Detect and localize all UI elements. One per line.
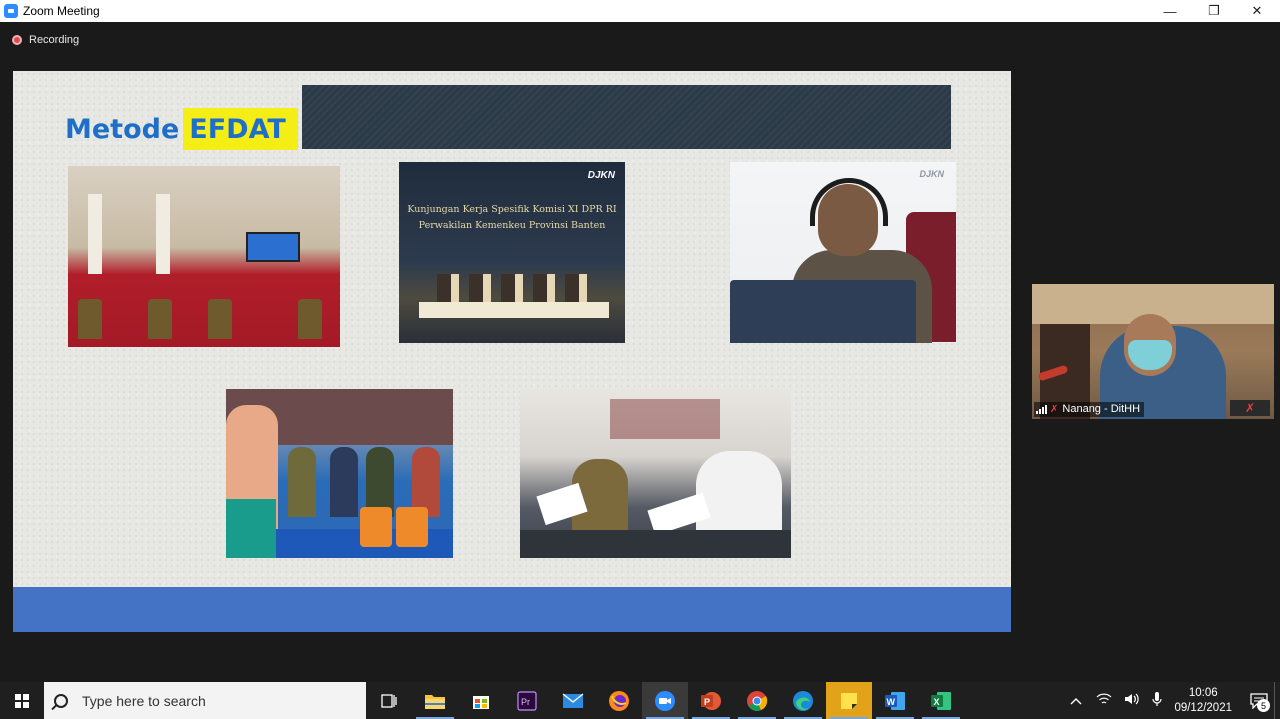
participant-name: Nanang - DitHH: [1062, 403, 1141, 415]
clock-date: 09/12/2021: [1174, 701, 1232, 714]
file-explorer-icon[interactable]: [412, 682, 458, 719]
presentation-screen: [246, 232, 300, 262]
slide-title: Metode EFDAT: [65, 108, 298, 150]
zoom-taskbar-icon[interactable]: [642, 682, 688, 719]
slide-footer-bar: [13, 587, 1011, 632]
recording-icon: [12, 35, 22, 45]
show-desktop-button[interactable]: [1274, 682, 1280, 719]
photo-hall-meeting: [68, 166, 340, 347]
photo-paperwork: [520, 389, 791, 558]
photo2-caption-line1: Kunjungan Kerja Spesifik Komisi XI DPR R…: [407, 204, 617, 215]
photo-dpr-visit: DJKN Kunjungan Kerja Spesifik Komisi XI …: [399, 162, 625, 343]
zoom-app-icon: [4, 4, 18, 18]
recording-label: Recording: [29, 34, 80, 46]
participant-name-label: ✗ Nanang - DitHH: [1034, 402, 1145, 417]
photo-market-stall: [226, 389, 453, 558]
edge-icon[interactable]: [780, 682, 826, 719]
microsoft-store-icon[interactable]: [458, 682, 504, 719]
taskbar-search-box[interactable]: Type here to search: [44, 682, 366, 719]
taskbar-clock[interactable]: 10:06 09/12/2021: [1174, 686, 1232, 716]
svg-text:X: X: [934, 697, 940, 707]
maximize-button[interactable]: ❐: [1191, 0, 1237, 22]
photo2-caption-line2: Perwakilan Kemenkeu Provinsi Banten: [418, 220, 606, 231]
volume-icon[interactable]: [1124, 692, 1140, 709]
slide-title-part2: EFDAT: [183, 108, 298, 150]
clock-time: 10:06: [1188, 686, 1218, 699]
system-tray: 10:06 09/12/2021 5: [1062, 682, 1280, 719]
network-wifi-icon[interactable]: [1096, 692, 1112, 709]
shared-screen-slide: Metode EFDAT DJKN Kunjungan Kerja Spesif…: [13, 71, 1011, 632]
word-icon[interactable]: W: [872, 682, 918, 719]
firefox-icon[interactable]: [596, 682, 642, 719]
start-button[interactable]: [0, 682, 44, 719]
mic-muted-icon: ✗: [1050, 403, 1059, 415]
svg-text:W: W: [887, 697, 896, 707]
slide-title-part1: Metode: [65, 113, 180, 145]
close-button[interactable]: ✕: [1234, 0, 1280, 22]
red-x-sign-icon: ✗: [1230, 400, 1270, 416]
microphone-tray-icon[interactable]: [1152, 691, 1163, 710]
mail-icon[interactable]: [550, 682, 596, 719]
window-title: Zoom Meeting: [23, 4, 100, 18]
window-titlebar: Zoom Meeting — ❐ ✕: [0, 0, 1280, 22]
recording-indicator[interactable]: Recording: [12, 34, 79, 46]
powerpoint-icon[interactable]: P: [688, 682, 734, 719]
djkn-logo-text: DJKN: [587, 170, 615, 181]
sticky-notes-icon[interactable]: [826, 682, 872, 719]
slide-title-band: [302, 85, 951, 149]
signal-strength-icon: [1036, 404, 1047, 414]
headset-icon: [810, 178, 888, 226]
djkn-logo-text: DJKN: [919, 169, 944, 179]
chevron-up-icon[interactable]: [1070, 694, 1082, 708]
excel-icon[interactable]: X: [918, 682, 964, 719]
windows-logo-icon: [15, 693, 29, 708]
photo-headset-meeting: DJKN: [730, 162, 956, 343]
laptop: [730, 280, 916, 343]
notification-count-badge: 5: [1257, 699, 1270, 712]
minimize-button[interactable]: —: [1147, 0, 1193, 22]
search-icon: [54, 693, 68, 708]
svg-text:Pr: Pr: [521, 697, 530, 707]
chrome-icon[interactable]: [734, 682, 780, 719]
premiere-pro-icon[interactable]: Pr: [504, 682, 550, 719]
participant-video-thumbnail[interactable]: ✗ Nanang - DitHH ✗: [1032, 284, 1274, 419]
task-view-icon[interactable]: [366, 682, 412, 719]
windows-taskbar: Type here to search Pr P W X 10:06 09/12…: [0, 682, 1280, 719]
svg-text:P: P: [704, 697, 710, 707]
search-placeholder: Type here to search: [82, 692, 206, 709]
notification-center-button[interactable]: 5: [1244, 682, 1274, 719]
